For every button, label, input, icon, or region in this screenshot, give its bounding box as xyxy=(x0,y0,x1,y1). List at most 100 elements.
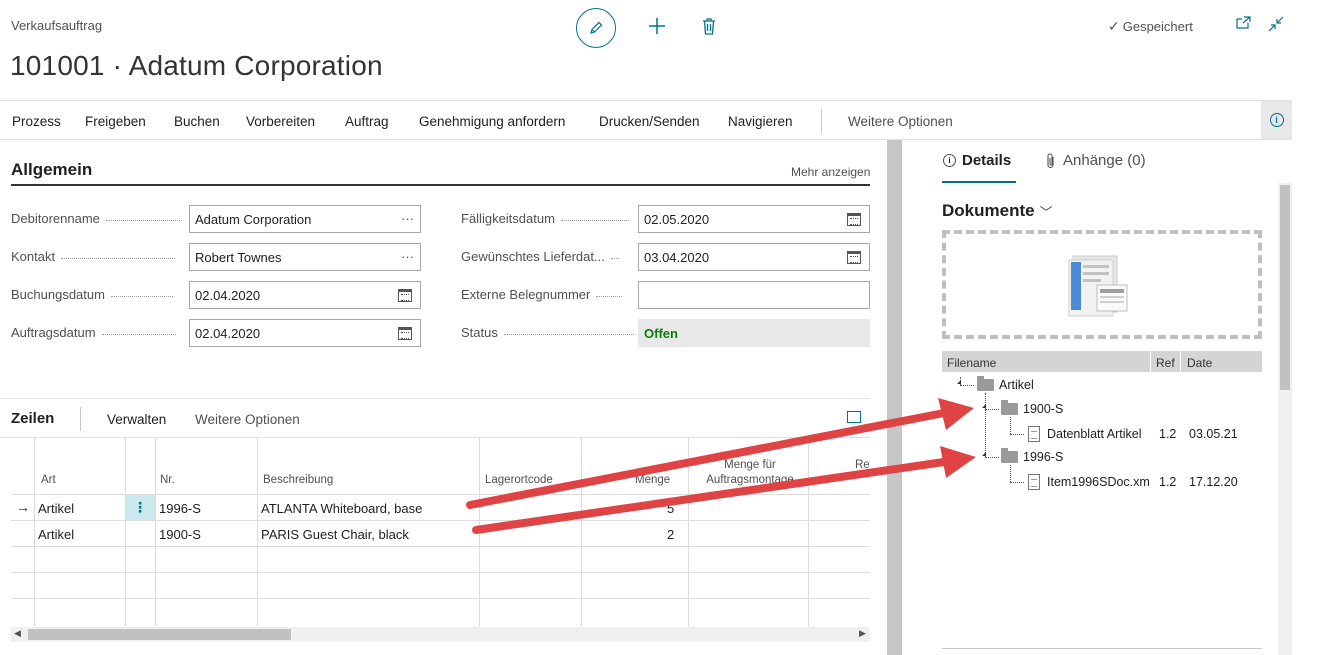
tree-folder-1900s[interactable]: 1900-S xyxy=(1001,400,1064,416)
action-more-options[interactable]: Weitere Optionen xyxy=(848,114,953,129)
posting-date-label: Buchungsdatum xyxy=(11,287,173,302)
table-row[interactable]: Artikel 1900-S PARIS Guest Chair, black … xyxy=(11,520,870,546)
lines-more-options[interactable]: Weitere Optionen xyxy=(195,412,300,427)
posting-date-field[interactable]: 02.04.2020 xyxy=(189,281,421,309)
table-row[interactable] xyxy=(11,598,870,624)
calendar-icon[interactable] xyxy=(398,327,412,340)
open-new-window-button[interactable] xyxy=(1236,16,1251,33)
cell-menge[interactable]: 2 xyxy=(667,527,674,542)
table-row[interactable]: → Artikel ⋮ 1996-S ATLANTA Whiteboard, b… xyxy=(11,494,870,520)
tab-details[interactable]: i Details xyxy=(943,152,1011,169)
scroll-left-icon[interactable]: ◀ xyxy=(14,628,21,639)
plus-icon xyxy=(649,18,665,34)
calendar-icon[interactable] xyxy=(847,213,861,226)
tree-folder-1996s[interactable]: 1996-S xyxy=(1001,448,1063,464)
lines-separator xyxy=(80,407,81,431)
new-button[interactable] xyxy=(646,15,668,41)
col-header-menge-auftrag[interactable]: Menge für Auftragsmontage xyxy=(695,458,805,488)
lines-title[interactable]: Zeilen xyxy=(11,410,54,427)
annotation-arrowhead xyxy=(938,398,974,430)
status-value: Offen xyxy=(644,326,678,341)
action-prozess[interactable]: Prozess xyxy=(12,114,61,129)
scrollbar-thumb[interactable] xyxy=(1280,185,1290,390)
cell-art[interactable]: Artikel xyxy=(38,527,74,542)
action-auftrag[interactable]: Auftrag xyxy=(345,114,389,129)
edit-button[interactable] xyxy=(576,8,616,48)
external-doc-field[interactable] xyxy=(638,281,870,309)
active-tab-underline xyxy=(942,181,1016,183)
lines-manage-action[interactable]: Verwalten xyxy=(107,412,166,427)
tree-header-filename[interactable]: Filename xyxy=(947,356,996,370)
cell-art[interactable]: Artikel xyxy=(38,501,74,516)
pane-splitter[interactable] xyxy=(887,140,902,655)
customer-name-field[interactable]: Adatum Corporation ··· xyxy=(189,205,421,233)
tree-folder-1900s-label: 1900-S xyxy=(1023,402,1064,416)
documents-title[interactable]: Dokumente ﹀ xyxy=(942,201,1053,221)
tree-expanded-icon[interactable] xyxy=(957,380,961,384)
action-freigeben[interactable]: Freigeben xyxy=(85,114,146,129)
delete-button[interactable] xyxy=(698,15,720,41)
label-leader-dots xyxy=(503,334,634,335)
col-header-menge[interactable]: Menge xyxy=(635,473,670,488)
calendar-icon[interactable] xyxy=(398,289,412,302)
order-date-field[interactable]: 02.04.2020 xyxy=(189,319,421,347)
factbox-toggle-button[interactable]: i xyxy=(1261,101,1292,139)
cell-menge[interactable]: 5 xyxy=(667,501,674,516)
tree-header-ref[interactable]: Ref xyxy=(1156,356,1175,370)
tree-file-name: Datenblatt Artikel xyxy=(1047,427,1142,441)
row-menu-button[interactable]: ⋮ xyxy=(125,495,155,520)
cell-desc[interactable]: ATLANTA Whiteboard, base xyxy=(261,501,422,516)
section-title-general[interactable]: Allgemein xyxy=(11,160,92,180)
cell-desc[interactable]: PARIS Guest Chair, black xyxy=(261,527,409,542)
action-vorbereiten[interactable]: Vorbereiten xyxy=(246,114,315,129)
col-header-lagerort[interactable]: Lagerortcode xyxy=(485,473,553,488)
order-date-value: 02.04.2020 xyxy=(195,326,261,341)
scrollbar-thumb[interactable] xyxy=(28,629,291,640)
action-drucken-senden[interactable]: Drucken/Senden xyxy=(599,114,700,129)
tree-expanded-icon[interactable] xyxy=(982,404,986,408)
vertical-scrollbar[interactable] xyxy=(1278,183,1292,655)
cell-nr[interactable]: 1900-S xyxy=(159,527,201,542)
order-date-label: Auftragsdatum xyxy=(11,325,176,340)
tab-attachments-label: Anhänge (0) xyxy=(1063,152,1146,169)
col-header-nr[interactable]: Nr. xyxy=(160,473,175,488)
horizontal-scrollbar[interactable]: ◀ ▶ xyxy=(11,627,870,642)
tree-connector xyxy=(960,385,974,386)
contact-field[interactable]: Robert Townes ··· xyxy=(189,243,421,271)
requested-delivery-label: Gewünschtes Lieferdat... xyxy=(461,249,619,264)
lookup-ellipsis-icon[interactable]: ··· xyxy=(401,249,414,264)
collapse-button[interactable] xyxy=(1268,16,1284,36)
folder-icon xyxy=(977,376,994,391)
paperclip-icon xyxy=(1047,152,1054,168)
table-row[interactable] xyxy=(11,572,870,598)
col-header-menge-auftrag-line2: Auftragsmontage xyxy=(706,474,794,486)
tree-expanded-icon[interactable] xyxy=(982,452,986,456)
cell-nr[interactable]: 1996-S xyxy=(159,501,201,516)
lookup-ellipsis-icon[interactable]: ··· xyxy=(401,211,414,226)
col-header-desc[interactable]: Beschreibung xyxy=(263,473,333,488)
requested-delivery-field[interactable]: 03.04.2020 xyxy=(638,243,870,271)
table-row[interactable] xyxy=(11,546,870,572)
tree-file-datenblatt[interactable]: Datenblatt Artikel xyxy=(1028,426,1142,442)
expand-lines-icon[interactable] xyxy=(847,411,861,423)
label-leader-dots xyxy=(101,334,176,335)
col-header-art[interactable]: Art xyxy=(41,473,56,488)
tree-file-item1996s[interactable]: Item1996SDoc.xm xyxy=(1028,474,1152,490)
show-more-link[interactable]: Mehr anzeigen xyxy=(791,165,870,179)
label-leader-dots xyxy=(596,296,623,297)
tree-header-date[interactable]: Date xyxy=(1187,356,1212,370)
col-header-re[interactable]: Re xyxy=(855,458,870,473)
due-date-field[interactable]: 02.05.2020 xyxy=(638,205,870,233)
tree-connector xyxy=(985,393,986,457)
action-genehmigung[interactable]: Genehmigung anfordern xyxy=(419,114,565,129)
document-dropzone[interactable] xyxy=(942,230,1262,339)
tree-folder-root[interactable]: Artikel xyxy=(977,376,1034,392)
due-date-label-text: Fälligkeitsdatum xyxy=(461,211,555,226)
documents-title-text: Dokumente xyxy=(942,201,1035,220)
action-buchen[interactable]: Buchen xyxy=(174,114,220,129)
action-navigieren[interactable]: Navigieren xyxy=(728,114,793,129)
contact-value: Robert Townes xyxy=(195,250,282,265)
scroll-right-icon[interactable]: ▶ xyxy=(859,628,866,639)
tab-attachments[interactable]: Anhänge (0) xyxy=(1046,152,1146,169)
calendar-icon[interactable] xyxy=(847,251,861,264)
